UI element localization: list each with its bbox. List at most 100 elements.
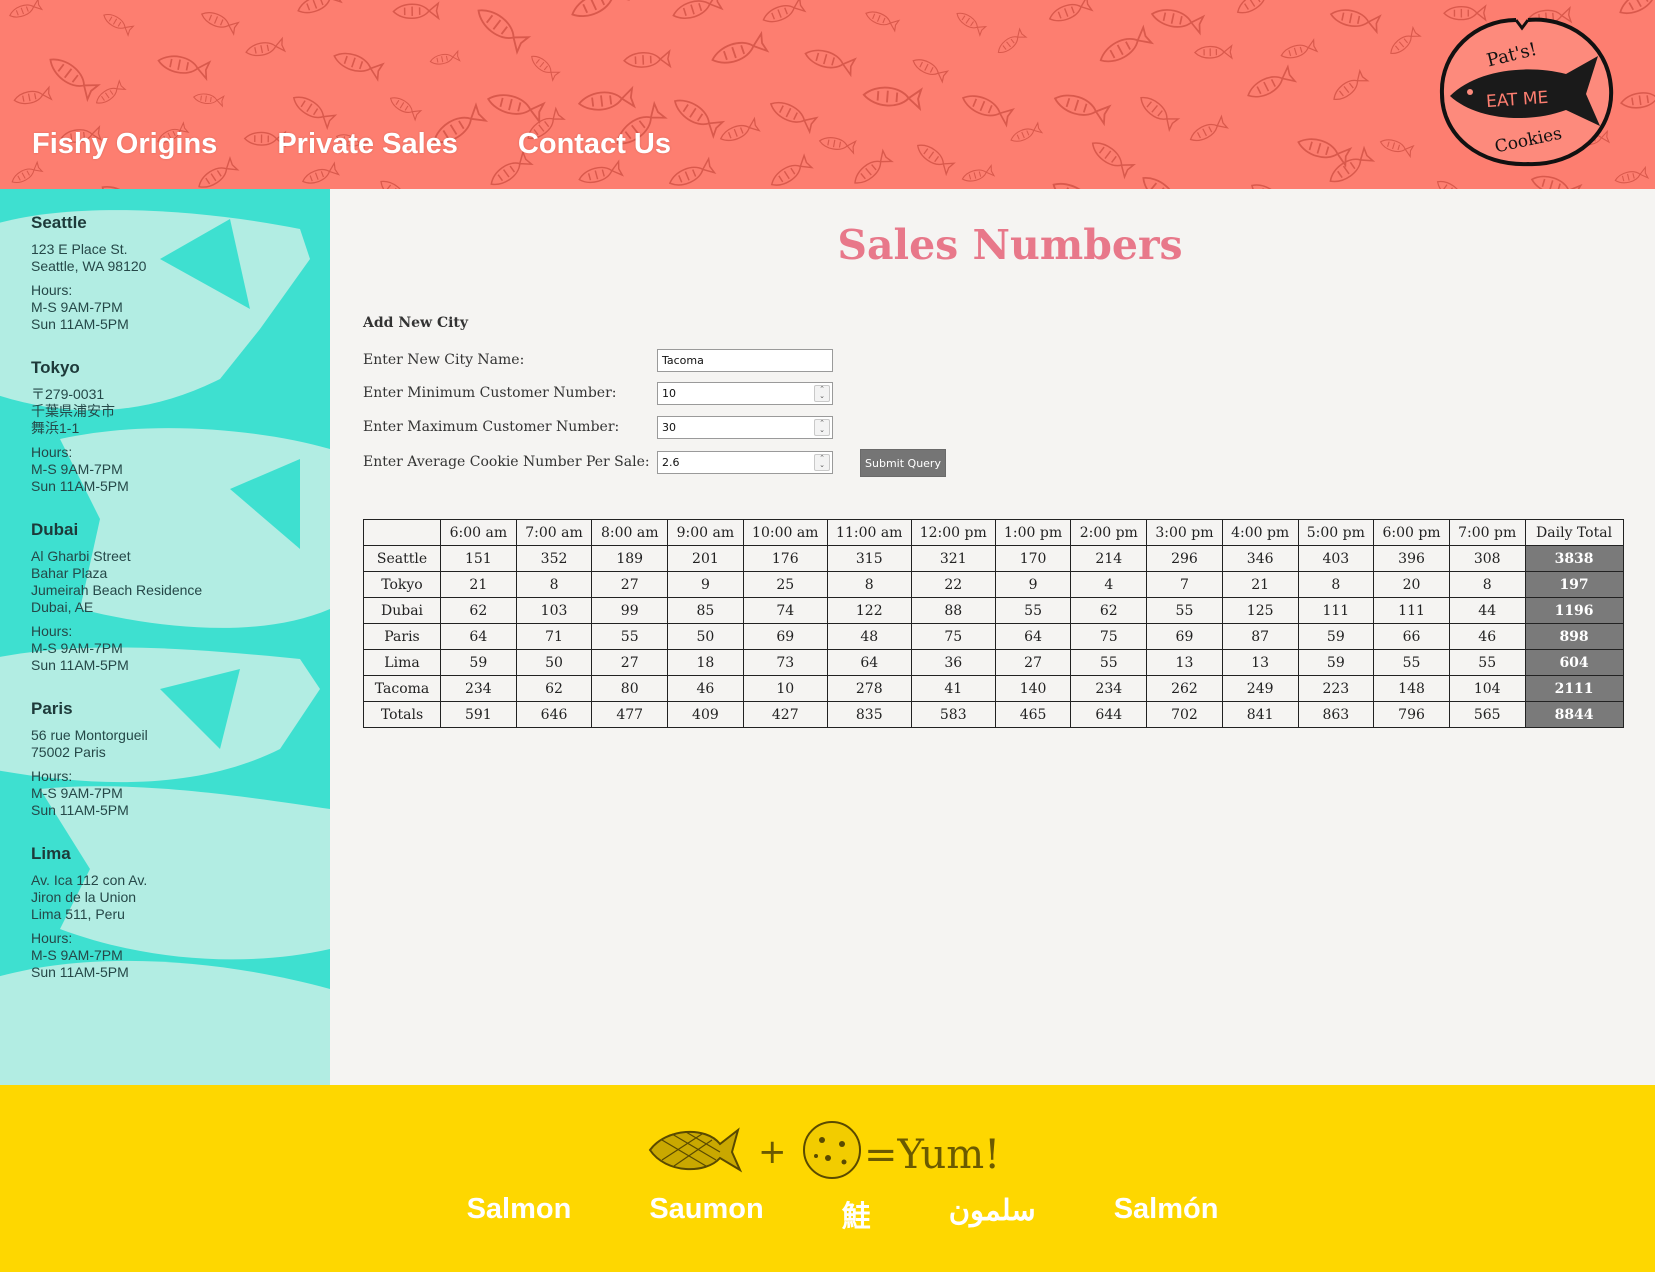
sales-cell: 59 <box>1297 623 1375 650</box>
sales-cell: 234 <box>1070 675 1148 702</box>
pattern-fish-icon <box>1614 165 1650 184</box>
sales-cell: 249 <box>1221 675 1299 702</box>
sales-cell: 170 <box>994 545 1072 572</box>
main-content: Sales Numbers Add New City Enter New Cit… <box>330 189 1655 1085</box>
pattern-fish-icon <box>673 99 726 140</box>
sales-cell: 321 <box>910 545 996 572</box>
nav-link-contact-us[interactable]: Contact Us <box>518 128 671 161</box>
pattern-fish-icon <box>49 58 101 103</box>
table-header-cell: 12:00 pm <box>910 519 996 546</box>
location-address-line: Jumeirah Beach Residence <box>31 582 203 598</box>
pattern-fish-icon <box>1236 0 1279 14</box>
number-spinner-icon[interactable]: ⌃ ⌄ <box>814 418 830 436</box>
pats-logo[interactable]: Pat's! EAT ME Cookies <box>1436 14 1616 170</box>
sales-cell: 73 <box>742 649 828 676</box>
sales-cell: 201 <box>667 545 744 572</box>
nav-link-fishy-origins[interactable]: Fishy Origins <box>32 128 217 161</box>
sales-cell: 151 <box>440 545 517 572</box>
pattern-fish-icon <box>389 97 423 122</box>
pattern-fish-icon <box>13 85 53 105</box>
number-spinner-icon[interactable]: ⌃ ⌄ <box>814 453 830 471</box>
avg-cookie-input[interactable]: 2.6 ⌃ ⌄ <box>657 450 833 474</box>
pattern-fish-icon <box>477 9 532 55</box>
submit-query-button[interactable]: Submit Query <box>860 449 946 477</box>
pattern-fish-icon <box>1091 142 1136 180</box>
sales-cell: 62 <box>515 675 593 702</box>
sales-cell: 87 <box>1221 623 1299 650</box>
location-address-line: 千葉県浦安市 <box>31 403 115 419</box>
sales-cell: 346 <box>1221 545 1299 572</box>
sales-cell: 55 <box>591 623 669 650</box>
sales-cell: 409 <box>667 701 744 728</box>
daily-total-cell: 8844 <box>1524 701 1624 728</box>
pattern-fish-icon <box>486 94 546 125</box>
pattern-fish-icon <box>961 163 996 182</box>
pattern-fish-icon <box>1297 138 1353 168</box>
sales-cell: 702 <box>1146 701 1223 728</box>
daily-total-cell: 898 <box>1524 623 1624 650</box>
sales-cell: 111 <box>1297 597 1375 624</box>
table-header-cell: 4:00 pm <box>1221 519 1299 546</box>
number-spinner-icon[interactable]: ⌃ ⌄ <box>814 384 830 402</box>
sales-cell: 64 <box>826 649 912 676</box>
sales-cell: 27 <box>591 649 669 676</box>
max-customer-input[interactable]: 30 ⌃ ⌄ <box>657 415 833 439</box>
location-hours-line: Hours: <box>31 623 73 639</box>
pattern-fish-icon <box>762 0 807 23</box>
table-header-cell: 7:00 am <box>515 519 593 546</box>
yum-text: =Yum! <box>864 1132 1000 1178</box>
pattern-fish-icon <box>711 30 770 64</box>
location-hours: Hours: M-S 9AM-7PM Sun 11AM-5PM <box>31 930 321 981</box>
location-address-line: 舞浜1-1 <box>31 420 80 436</box>
pattern-fish-icon <box>193 93 225 108</box>
sales-cell: 44 <box>1448 597 1526 624</box>
sales-cell: 396 <box>1373 545 1450 572</box>
sales-cell: 55 <box>994 597 1072 624</box>
pattern-fish-icon <box>429 49 461 65</box>
pattern-fish-icon <box>1620 86 1655 109</box>
sales-cell: 64 <box>440 623 517 650</box>
sales-cell: 125 <box>1221 597 1299 624</box>
location-lima: Lima Av. Ica 112 con Av. Jiron de la Union… <box>31 844 321 981</box>
sales-cell: 99 <box>591 597 669 624</box>
pattern-fish-icon <box>1436 180 1474 189</box>
location-city: Lima <box>31 844 71 863</box>
pattern-fish-icon <box>818 137 857 155</box>
location-address-line: Al Gharbi Street <box>31 548 131 564</box>
table-header-cell: 9:00 am <box>667 519 744 546</box>
sales-cell: 9 <box>994 571 1072 598</box>
location-hours: Hours: M-S 9AM-7PM Sun 11AM-5PM <box>31 282 321 333</box>
word-spanish: Salmón <box>1113 1193 1219 1225</box>
table-corner-cell <box>363 519 441 546</box>
pattern-fish-icon <box>103 14 135 37</box>
sales-cell: 69 <box>1146 623 1223 650</box>
pattern-fish-icon <box>862 86 923 112</box>
table-header-row: 6:00 am 7:00 am 8:00 am 9:00 am 10:00 am 11:0… <box>363 519 1624 546</box>
location-paris: Paris 56 rue Montorgueil 75002 Paris Hours:… <box>31 699 321 819</box>
sales-cell: 88 <box>910 597 996 624</box>
sales-cell: 21 <box>440 571 517 598</box>
city-name-input[interactable]: Tacoma <box>657 348 833 372</box>
location-hours-line: Sun 11AM-5PM <box>31 802 129 818</box>
location-tokyo: Tokyo 〒279-0031 千葉県浦安市 舞浜1-1 Hours: M-S 9AM-7… <box>31 358 321 495</box>
pattern-fish-icon <box>1329 145 1376 183</box>
pattern-fish-icon <box>961 95 1015 128</box>
location-hours-line: Hours: <box>31 444 73 460</box>
nav-link-private-sales[interactable]: Private Sales <box>277 128 458 161</box>
pattern-fish-icon <box>854 148 894 184</box>
min-customer-input[interactable]: 10 ⌃ ⌄ <box>657 381 833 405</box>
sales-cell: 841 <box>1221 701 1299 728</box>
sales-cell: 21 <box>1221 571 1299 598</box>
sales-cell: 262 <box>1146 675 1223 702</box>
sales-cell: 55 <box>1146 597 1223 624</box>
table-header-cell: 6:00 pm <box>1373 519 1450 546</box>
pattern-fish-icon <box>1010 121 1044 142</box>
sales-cell: 465 <box>994 701 1072 728</box>
sales-cell: 863 <box>1297 701 1375 728</box>
pattern-fish-icon <box>623 49 672 69</box>
sales-cell: 25 <box>742 571 828 598</box>
sales-cell: 62 <box>440 597 517 624</box>
pattern-fish-icon <box>1530 175 1583 189</box>
daily-total-cell: 3838 <box>1524 545 1624 572</box>
sales-cell: 477 <box>591 701 669 728</box>
